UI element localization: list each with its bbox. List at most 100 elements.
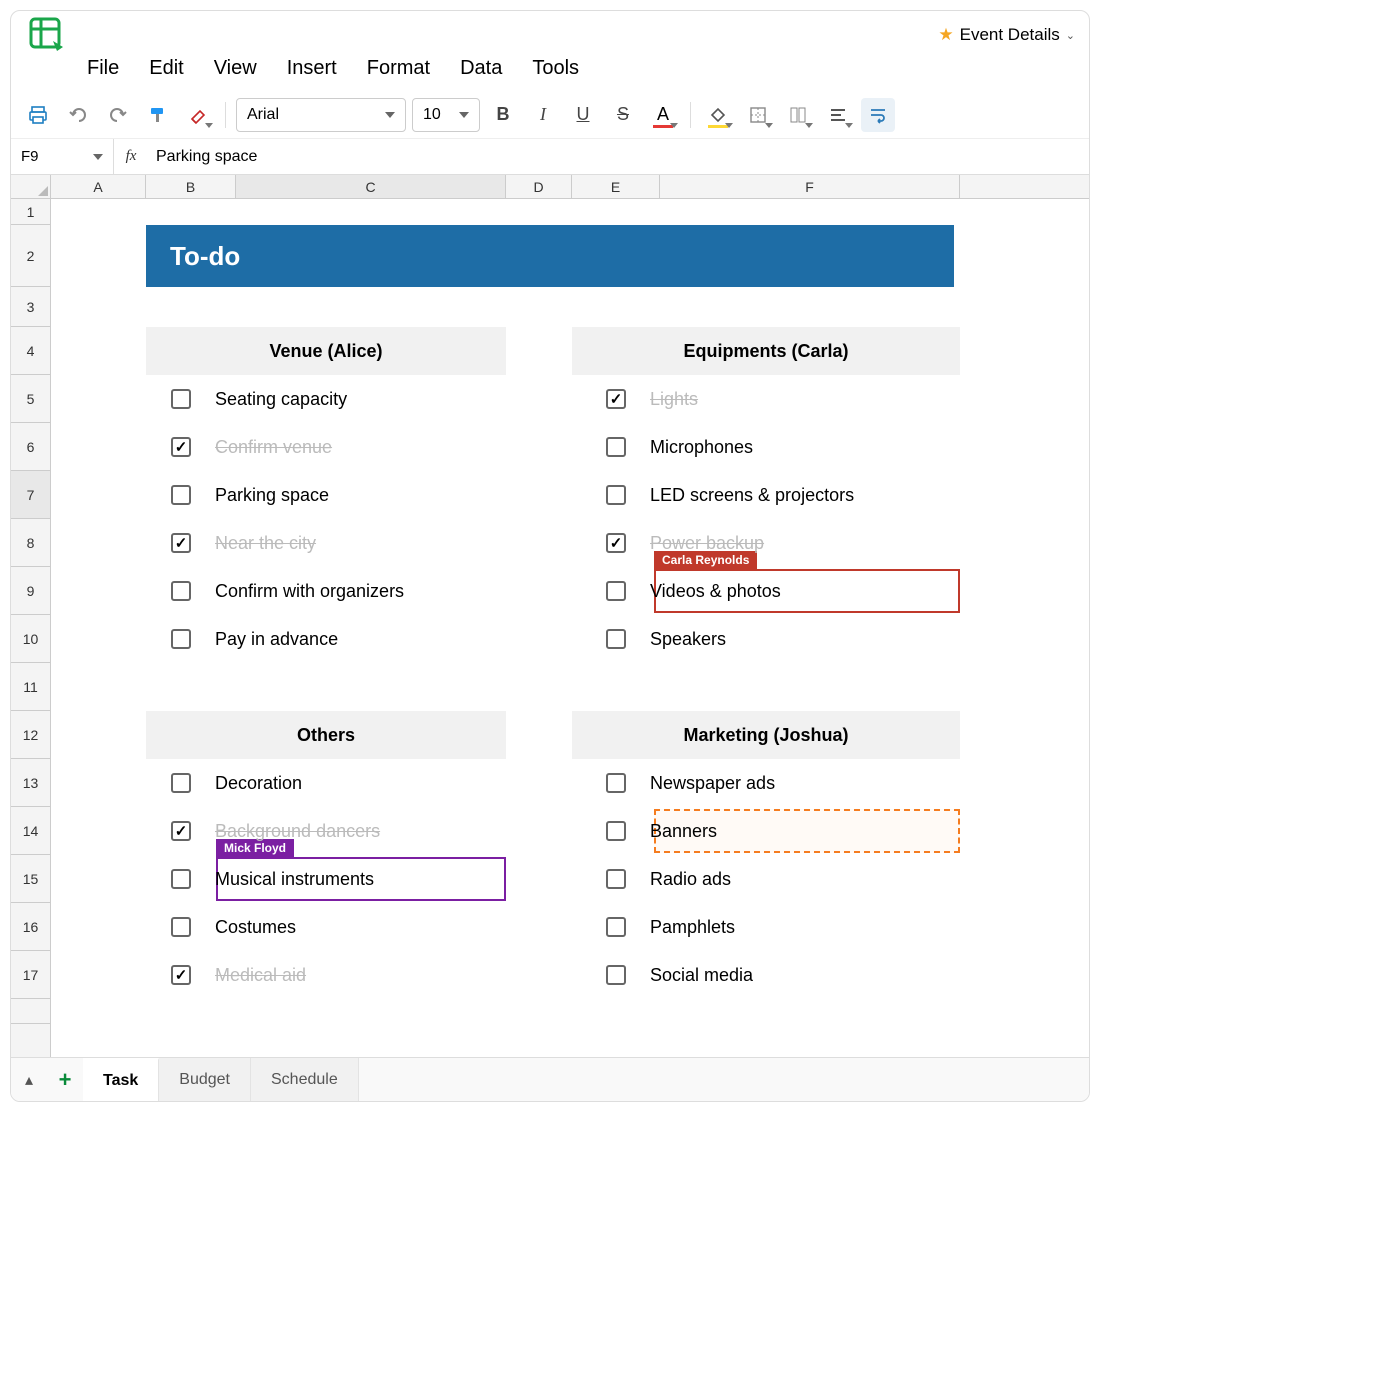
borders-icon[interactable]: [741, 98, 775, 132]
task-label: Musical instruments: [215, 869, 374, 890]
checkbox[interactable]: [606, 629, 626, 649]
row-header-11[interactable]: 11: [11, 663, 50, 711]
formula-input[interactable]: Parking space: [148, 148, 1089, 166]
eraser-icon[interactable]: [181, 98, 215, 132]
row-header-7[interactable]: 7: [11, 471, 50, 519]
font-family-select[interactable]: Arial: [236, 98, 406, 132]
task-item: Confirm with organizers: [171, 567, 551, 615]
checkbox[interactable]: [606, 869, 626, 889]
menu-tools[interactable]: Tools: [532, 57, 579, 80]
checkbox[interactable]: [171, 437, 191, 457]
redo-icon[interactable]: [101, 98, 135, 132]
task-label: LED screens & projectors: [650, 485, 854, 506]
menu-edit[interactable]: Edit: [149, 57, 183, 80]
row-header-9[interactable]: 9: [11, 567, 50, 615]
strikethrough-icon[interactable]: S: [606, 98, 640, 132]
checkbox[interactable]: [171, 629, 191, 649]
menu-format[interactable]: Format: [367, 57, 430, 80]
undo-icon[interactable]: [61, 98, 95, 132]
row-header-15[interactable]: 15: [11, 855, 50, 903]
checkbox[interactable]: [606, 821, 626, 841]
col-header-F[interactable]: F: [660, 175, 960, 198]
italic-icon[interactable]: I: [526, 98, 560, 132]
checkbox[interactable]: [606, 389, 626, 409]
row-header-5[interactable]: 5: [11, 375, 50, 423]
row-header-10[interactable]: 10: [11, 615, 50, 663]
align-icon[interactable]: [821, 98, 855, 132]
print-icon[interactable]: [21, 98, 55, 132]
row-header-13[interactable]: 13: [11, 759, 50, 807]
add-sheet-icon[interactable]: +: [47, 1058, 83, 1102]
row-header-8[interactable]: 8: [11, 519, 50, 567]
row-header-blank[interactable]: [11, 999, 50, 1024]
menubar: File Edit View Insert Format Data Tools: [11, 55, 1089, 91]
format-painter-icon[interactable]: [141, 98, 175, 132]
row-header-2[interactable]: 2: [11, 225, 50, 287]
checkbox[interactable]: [171, 773, 191, 793]
fx-icon[interactable]: fx: [114, 148, 148, 165]
sheet-tab-schedule[interactable]: Schedule: [251, 1058, 359, 1102]
checkbox[interactable]: [171, 389, 191, 409]
checkbox[interactable]: [171, 869, 191, 889]
task-label: Confirm venue: [215, 437, 332, 458]
task-item: Videos & photos: [606, 567, 986, 615]
header-band: To-do: [146, 225, 954, 287]
name-box[interactable]: F9: [11, 139, 114, 175]
formula-bar: F9 fx Parking space: [11, 139, 1089, 175]
col-header-D[interactable]: D: [506, 175, 572, 198]
task-label: Background dancers: [215, 821, 380, 842]
row-header-17[interactable]: 17: [11, 951, 50, 999]
row-header-1[interactable]: 1: [11, 199, 50, 225]
fill-color-icon[interactable]: [701, 98, 735, 132]
row-header-14[interactable]: 14: [11, 807, 50, 855]
row-header-12[interactable]: 12: [11, 711, 50, 759]
sheet-tab-task[interactable]: Task: [83, 1058, 159, 1102]
menu-view[interactable]: View: [214, 57, 257, 80]
col-header-A[interactable]: A: [51, 175, 146, 198]
select-all-corner[interactable]: [11, 175, 51, 198]
row-header-3[interactable]: 3: [11, 287, 50, 327]
checkbox[interactable]: [171, 533, 191, 553]
checkbox[interactable]: [171, 917, 191, 937]
underline-icon[interactable]: U: [566, 98, 600, 132]
task-label: Radio ads: [650, 869, 731, 890]
merge-icon[interactable]: [781, 98, 815, 132]
checkbox[interactable]: [606, 581, 626, 601]
font-color-icon[interactable]: A: [646, 98, 680, 132]
col-header-B[interactable]: B: [146, 175, 236, 198]
checkbox[interactable]: [606, 773, 626, 793]
star-icon[interactable]: ★: [938, 25, 953, 45]
col-header-E[interactable]: E: [572, 175, 660, 198]
row-header-16[interactable]: 16: [11, 903, 50, 951]
checkbox[interactable]: [606, 533, 626, 553]
menu-file[interactable]: File: [87, 57, 119, 80]
task-label: Medical aid: [215, 965, 306, 986]
row-header-6[interactable]: 6: [11, 423, 50, 471]
name-box-value: F9: [21, 148, 39, 165]
task-label: Costumes: [215, 917, 296, 938]
sheet-tab-budget[interactable]: Budget: [159, 1058, 251, 1102]
task-item: Lights: [606, 375, 986, 423]
task-label: Microphones: [650, 437, 753, 458]
wrap-text-icon[interactable]: [861, 98, 895, 132]
spreadsheet-grid[interactable]: A B C D E F 1 2 3 4 5 6 7 8 9 10 11 12 1…: [11, 175, 1089, 1057]
task-label: Seating capacity: [215, 389, 347, 410]
bold-icon[interactable]: B: [486, 98, 520, 132]
col-header-C[interactable]: C: [236, 175, 506, 198]
checkbox[interactable]: [171, 821, 191, 841]
checkbox[interactable]: [171, 485, 191, 505]
checkbox[interactable]: [606, 917, 626, 937]
row-header-4[interactable]: 4: [11, 327, 50, 375]
task-label: Lights: [650, 389, 698, 410]
font-size-select[interactable]: 10: [412, 98, 480, 132]
document-title[interactable]: ★ Event Details ⌄: [938, 25, 1075, 45]
checkbox[interactable]: [171, 581, 191, 601]
checkbox[interactable]: [606, 437, 626, 457]
menu-data[interactable]: Data: [460, 57, 502, 80]
checkbox[interactable]: [606, 485, 626, 505]
checkbox[interactable]: [171, 965, 191, 985]
section-venue-header: Venue (Alice): [146, 327, 506, 375]
menu-insert[interactable]: Insert: [287, 57, 337, 80]
checkbox[interactable]: [606, 965, 626, 985]
sheets-menu-icon[interactable]: ▴: [11, 1058, 47, 1102]
